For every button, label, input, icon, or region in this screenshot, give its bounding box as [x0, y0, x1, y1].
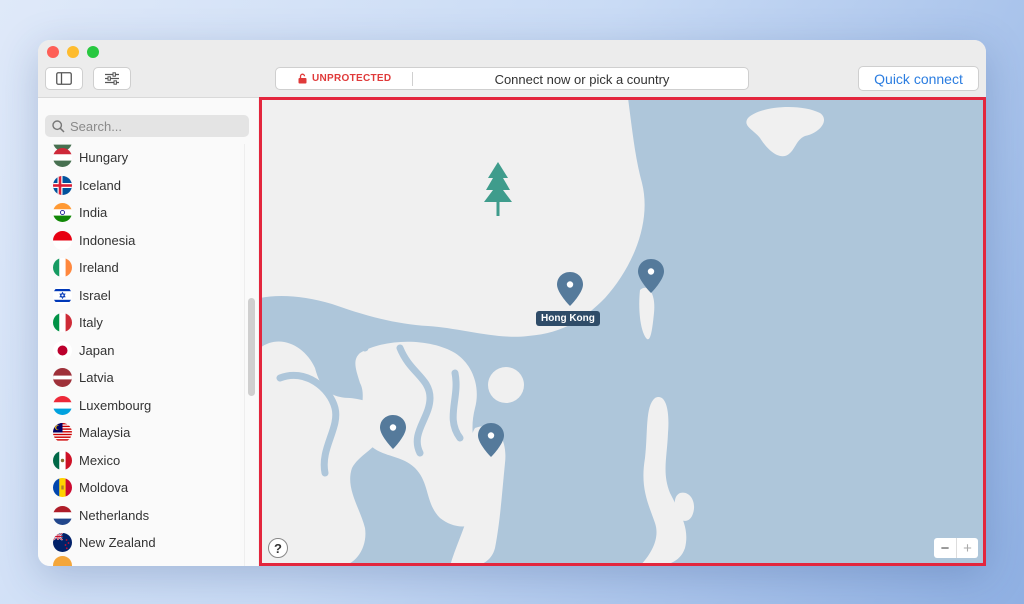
- location-pin-icon[interactable]: [380, 415, 406, 449]
- unlocked-icon: [298, 73, 307, 84]
- location-pin-icon[interactable]: [638, 259, 664, 293]
- status-text: UNPROTECTED: [312, 73, 392, 84]
- zoom-control: − +: [934, 538, 978, 558]
- search-icon: [52, 119, 65, 133]
- sidebar: Search... Hungary Iceland India Indonesi…: [38, 98, 258, 566]
- country-name: New Zealand: [79, 535, 156, 550]
- app-window: UNPROTECTED Connect now or pick a countr…: [38, 40, 986, 566]
- zoom-window-button[interactable]: [87, 46, 99, 58]
- sidebar-toggle-button[interactable]: [45, 67, 83, 90]
- country-item-moldova[interactable]: Moldova: [38, 474, 244, 501]
- status-badge: UNPROTECTED: [298, 73, 391, 84]
- country-item-latvia[interactable]: Latvia: [38, 364, 244, 391]
- iceland-flag-icon: [53, 175, 72, 195]
- northeast-island: [746, 106, 825, 157]
- country-item-netherlands[interactable]: Netherlands: [38, 502, 244, 529]
- country-name: India: [79, 205, 108, 220]
- india-flag-icon: [53, 203, 72, 222]
- zoom-in-button[interactable]: +: [956, 538, 978, 558]
- country-name: Japan: [79, 342, 115, 358]
- country-item-italy[interactable]: Italy: [38, 309, 244, 336]
- country-item-mexico[interactable]: Mexico: [38, 447, 244, 474]
- south-island-chain: [640, 397, 687, 566]
- country-name: Indonesia: [79, 232, 136, 248]
- italy-flag-icon: [53, 313, 72, 332]
- country-name: Israel: [79, 287, 111, 303]
- hong-kong-location-pin-icon[interactable]: [557, 272, 583, 306]
- malaysia-flag-icon: [53, 423, 72, 442]
- map-view[interactable]: Hong Kong ? − +: [260, 98, 986, 566]
- ireland-flag-icon: [53, 258, 72, 277]
- title-bar: UNPROTECTED Connect now or pick a countr…: [38, 40, 986, 98]
- indonesia-flag-icon: [53, 230, 72, 250]
- country-name: Netherlands: [79, 507, 150, 523]
- latvia-flag-icon: [53, 368, 72, 387]
- country-name: Luxembourg: [79, 397, 152, 413]
- minimize-window-button[interactable]: [67, 46, 79, 58]
- country-item-luxembourg[interactable]: Luxembourg: [38, 392, 244, 419]
- hong-kong-pin-label[interactable]: Hong Kong: [536, 311, 600, 326]
- connection-status-bar: UNPROTECTED Connect now or pick a countr…: [275, 67, 749, 90]
- mainland-landmass: [260, 98, 645, 337]
- scrollbar-thumb[interactable]: [248, 298, 255, 396]
- status-divider: [412, 72, 413, 86]
- country-item-japan[interactable]: Japan: [38, 337, 244, 364]
- settings-button[interactable]: [93, 67, 131, 90]
- country-item-israel[interactable]: Israel: [38, 282, 244, 309]
- country-name: Ireland: [79, 260, 119, 275]
- hungary-flag-icon: [53, 148, 72, 167]
- country-item-india[interactable]: India: [38, 199, 244, 226]
- map-canvas: [260, 98, 825, 566]
- moldova-flag-icon: [53, 478, 72, 497]
- new-zealand-flag-icon: [53, 533, 72, 552]
- israel-flag-icon: [53, 285, 72, 305]
- country-item-ireland[interactable]: Ireland: [38, 254, 244, 281]
- quick-connect-button[interactable]: Quick connect: [858, 66, 979, 91]
- status-message: Connect now or pick a country: [494, 72, 670, 87]
- netherlands-flag-icon: [53, 505, 72, 525]
- country-name: Mexico: [79, 452, 121, 468]
- country-item-new-zealand[interactable]: New Zealand: [38, 529, 244, 556]
- country-item-iceland[interactable]: Iceland: [38, 172, 244, 199]
- flag-partial-icon: [53, 556, 72, 566]
- close-window-button[interactable]: [47, 46, 59, 58]
- zoom-out-button[interactable]: −: [934, 538, 956, 558]
- search-field[interactable]: Search...: [45, 115, 249, 137]
- country-list: Hungary Iceland India Indonesia Ireland …: [38, 144, 244, 566]
- east-island: [639, 287, 655, 340]
- location-pin-icon[interactable]: [478, 423, 504, 457]
- country-name: Malaysia: [79, 425, 131, 440]
- japan-flag-icon: [53, 340, 72, 360]
- small-island: [488, 367, 524, 403]
- luxembourg-flag-icon: [53, 395, 72, 415]
- help-button[interactable]: ?: [268, 538, 288, 558]
- sidebar-icon: [56, 72, 72, 85]
- country-item-malaysia[interactable]: Malaysia: [38, 419, 244, 446]
- sliders-icon: [105, 72, 119, 85]
- country-item-indonesia[interactable]: Indonesia: [38, 227, 244, 254]
- country-name: Latvia: [79, 370, 114, 385]
- country-item-hungary[interactable]: Hungary: [38, 144, 244, 171]
- search-placeholder: Search...: [70, 118, 123, 134]
- country-name: Italy: [79, 315, 103, 330]
- country-name: Moldova: [79, 480, 129, 495]
- country-name: Iceland: [79, 177, 121, 193]
- mexico-flag-icon: [53, 450, 72, 470]
- country-name: Hungary: [79, 150, 129, 165]
- sidebar-scrollbar[interactable]: [244, 144, 258, 566]
